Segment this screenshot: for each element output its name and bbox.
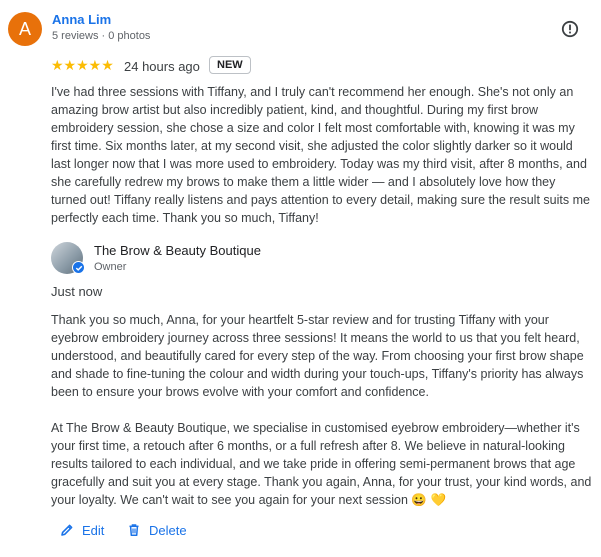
reviewer-avatar[interactable]: A xyxy=(8,12,42,46)
reply-paragraph-1: Thank you so much, Anna, for your heartf… xyxy=(51,313,584,399)
review-time: 24 hours ago xyxy=(124,59,200,74)
delete-button[interactable]: Delete xyxy=(127,520,187,540)
edit-button[interactable]: Edit xyxy=(60,520,104,540)
delete-label: Delete xyxy=(149,522,187,538)
avatar-letter: A xyxy=(18,18,31,39)
report-icon[interactable] xyxy=(561,20,579,38)
new-badge: NEW xyxy=(209,56,251,74)
verified-check-icon xyxy=(72,261,85,274)
reviewer-meta: 5 reviews · 0 photos xyxy=(52,30,151,42)
owner-business-name[interactable]: The Brow & Beauty Boutique xyxy=(94,243,261,258)
trash-icon xyxy=(129,524,139,537)
reply-time: Just now xyxy=(51,284,103,299)
reply-paragraph-2: At The Brow & Beauty Boutique, we specia… xyxy=(51,421,592,507)
pencil-icon xyxy=(61,524,73,536)
star-rating: ★★★★★ xyxy=(51,57,114,73)
review-text: I've had three sessions with Tiffany, an… xyxy=(51,85,590,225)
edit-label: Edit xyxy=(82,522,105,538)
owner-role: Owner xyxy=(94,261,127,273)
reviewer-name[interactable]: Anna Lim xyxy=(52,12,111,27)
